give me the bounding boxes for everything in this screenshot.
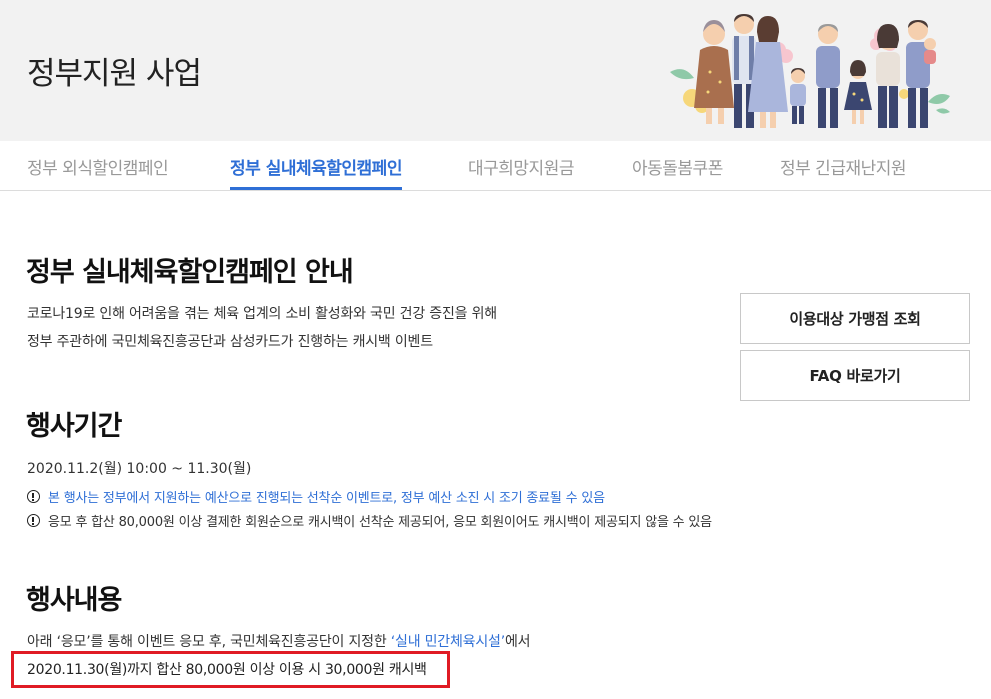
intro-description-line1: 코로나19로 인해 어려움을 겪는 체육 업계의 소비 활성화와 국민 건강 증…: [27, 306, 497, 322]
tab-child-care-coupon[interactable]: 아동돌봄쿠폰: [632, 154, 723, 179]
content-description: 아래 ‘응모’를 통해 이벤트 응모 후, 국민체육진흥공단이 지정한 ‘실내 …: [27, 631, 531, 651]
merchant-lookup-button[interactable]: 이용대상 가맹점 조회: [740, 293, 970, 344]
tab-daegu-support[interactable]: 대구희망지원금: [468, 154, 574, 179]
cashback-condition-text: 2020.11.30(월)까지 합산 80,000원 이상 이용 시 30,00…: [27, 662, 427, 678]
tab-emergency-relief[interactable]: 정부 긴급재난지원: [780, 154, 907, 179]
page-header: 정부지원 사업: [0, 0, 991, 141]
tab-indoor-sports-campaign[interactable]: 정부 실내체육할인캠페인: [230, 154, 402, 190]
content-description-suffix: 에서: [504, 634, 531, 650]
section-title-intro: 정부 실내체육할인캠페인 안내: [26, 257, 354, 288]
notice-budget: 본 행사는 정부에서 지원하는 예산으로 진행되는 선착순 이벤트로, 정부 예…: [27, 487, 605, 506]
event-period-dates: 2020.11.2(월) 10:00 ~ 11.30(월): [27, 461, 252, 477]
notice-budget-text: 본 행사는 정부에서 지원하는 예산으로 진행되는 선착순 이벤트로, 정부 예…: [48, 491, 605, 506]
tab-bar: 정부 외식할인캠페인 정부 실내체육할인캠페인 대구희망지원금 아동돌봄쿠폰 정…: [0, 141, 991, 191]
tab-dining-campaign[interactable]: 정부 외식할인캠페인: [27, 154, 169, 179]
faq-button[interactable]: FAQ 바로가기: [740, 350, 970, 401]
section-title-period: 행사기간: [26, 411, 122, 442]
content-description-text: 아래 ‘응모’를 통해 이벤트 응모 후, 국민체육진흥공단이 지정한: [27, 634, 391, 650]
notice-first-come-text: 응모 후 합산 80,000원 이상 결제한 회원순으로 캐시백이 선착순 제공…: [48, 515, 712, 530]
family-illustration: [670, 14, 950, 128]
exclamation-circle-icon: [27, 490, 40, 503]
notice-first-come: 응모 후 합산 80,000원 이상 결제한 회원순으로 캐시백이 선착순 제공…: [27, 511, 712, 530]
section-title-content: 행사내용: [26, 585, 122, 616]
page-title: 정부지원 사업: [27, 56, 202, 92]
intro-description-line2: 정부 주관하에 국민체육진흥공단과 삼성카드가 진행하는 캐시백 이벤트: [27, 334, 433, 350]
exclamation-circle-icon: [27, 514, 40, 527]
indoor-facility-link[interactable]: ‘실내 민간체육시설’: [391, 634, 505, 650]
